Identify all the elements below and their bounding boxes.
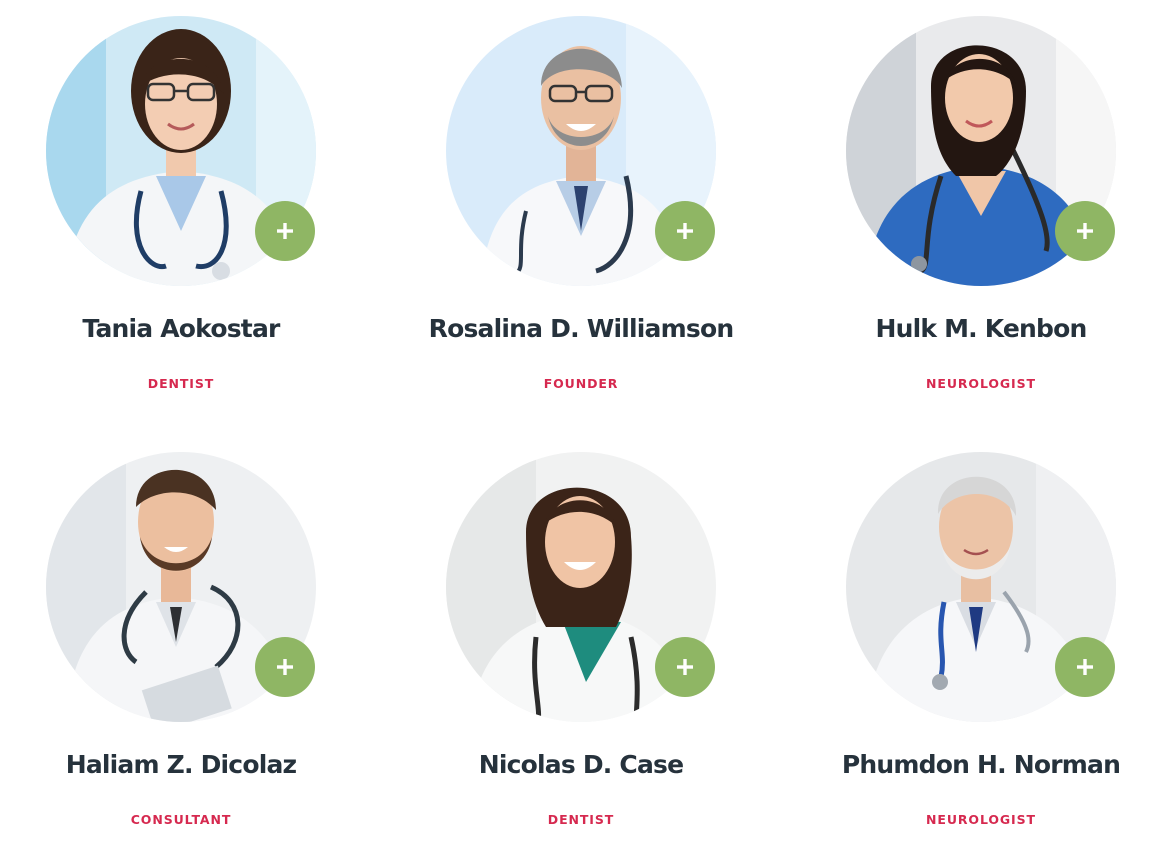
- plus-button[interactable]: [1055, 201, 1115, 261]
- member-name[interactable]: Rosalina D. Williamson: [400, 314, 762, 343]
- plus-button[interactable]: [1055, 637, 1115, 697]
- plus-icon: [1077, 659, 1093, 675]
- team-member-card: Hulk M. Kenbon NEUROLOGIST: [800, 0, 1163, 420]
- member-name[interactable]: Haliam Z. Dicolaz: [0, 750, 362, 779]
- member-photo-wrap: [446, 452, 716, 722]
- member-name[interactable]: Nicolas D. Case: [400, 750, 762, 779]
- member-photo-wrap: [46, 16, 316, 286]
- team-member-card: Phumdon H. Norman NEUROLOGIST: [800, 436, 1163, 856]
- member-role: DENTIST: [147, 376, 215, 391]
- plus-button[interactable]: [655, 201, 715, 261]
- member-name[interactable]: Tania Aokostar: [0, 314, 362, 343]
- member-role: NEUROLOGIST: [926, 812, 1036, 827]
- member-name[interactable]: Phumdon H. Norman: [800, 750, 1162, 779]
- plus-icon: [677, 223, 693, 239]
- team-member-card: Haliam Z. Dicolaz CONSULTANT: [0, 436, 400, 856]
- plus-icon: [677, 659, 693, 675]
- member-role: CONSULTANT: [130, 812, 232, 827]
- plus-button[interactable]: [655, 637, 715, 697]
- member-photo-wrap: [446, 16, 716, 286]
- member-photo-wrap: [46, 452, 316, 722]
- member-role: NEUROLOGIST: [926, 376, 1036, 391]
- team-member-card: Nicolas D. Case DENTIST: [400, 436, 800, 856]
- member-photo-wrap: [846, 452, 1116, 722]
- team-member-card: Tania Aokostar DENTIST: [0, 0, 400, 420]
- member-role: FOUNDER: [543, 376, 619, 391]
- plus-icon: [277, 659, 293, 675]
- member-name[interactable]: Hulk M. Kenbon: [800, 314, 1162, 343]
- plus-icon: [1077, 223, 1093, 239]
- plus-button[interactable]: [255, 637, 315, 697]
- member-role: DENTIST: [547, 812, 615, 827]
- team-member-card: Rosalina D. Williamson FOUNDER: [400, 0, 800, 420]
- team-grid: Tania Aokostar DENTIST Rosalina D. Willi…: [0, 0, 1163, 859]
- plus-icon: [277, 223, 293, 239]
- member-photo-wrap: [846, 16, 1116, 286]
- plus-button[interactable]: [255, 201, 315, 261]
